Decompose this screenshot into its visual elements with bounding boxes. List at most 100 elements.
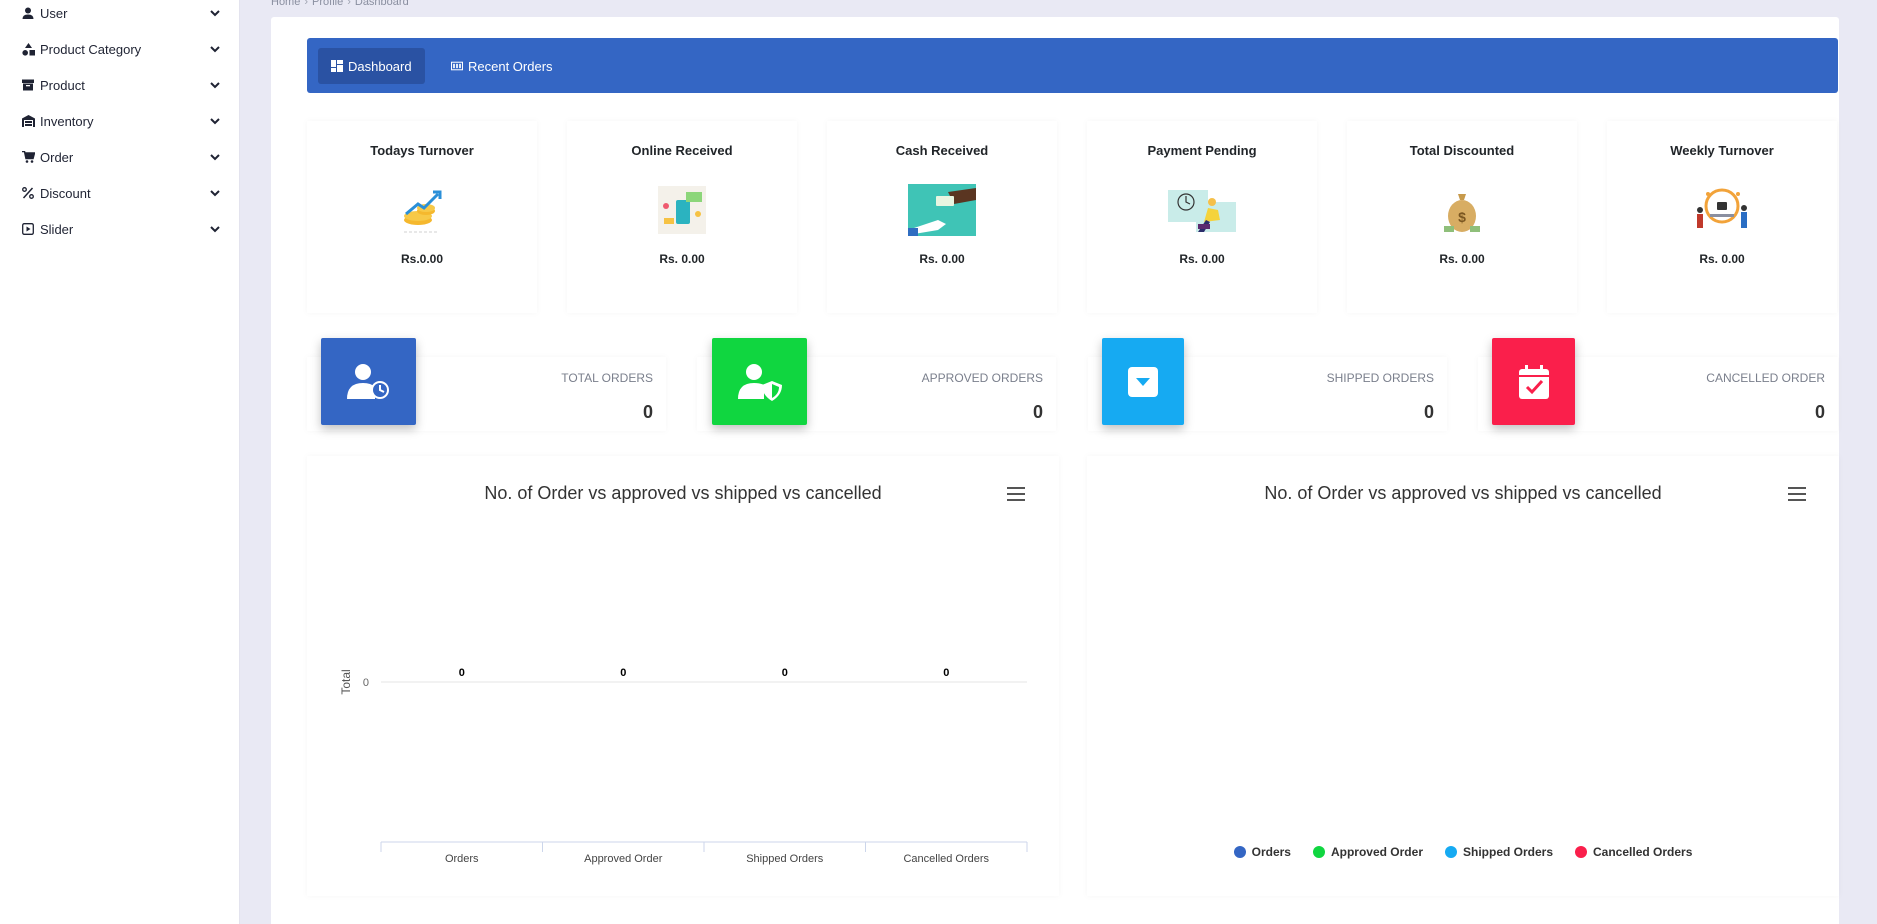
breadcrumb: Home › Profile › Dashboard bbox=[271, 0, 409, 8]
cart-icon bbox=[21, 150, 35, 164]
breadcrumb-profile[interactable]: Profile bbox=[312, 0, 343, 8]
legend-item-approved[interactable]: Approved Order bbox=[1312, 845, 1423, 859]
breadcrumb-separator: › bbox=[347, 0, 351, 8]
legend-item-cancelled[interactable]: Cancelled Orders bbox=[1575, 845, 1692, 859]
order-value: 0 bbox=[1814, 402, 1825, 422]
stat-value: Rs. 0.00 bbox=[919, 252, 965, 266]
stat-card-payment-pending: Payment Pending Rs. 0.00 bbox=[1087, 121, 1317, 313]
chevron-down-icon bbox=[210, 82, 220, 89]
breadcrumb-current: Dashboard bbox=[354, 0, 409, 8]
legend-dot bbox=[1575, 846, 1588, 858]
order-icon-approved bbox=[712, 338, 807, 425]
legend-label: Approved Order bbox=[1330, 845, 1423, 859]
breadcrumb-home[interactable]: Home bbox=[271, 0, 300, 8]
cash-handover-illustration bbox=[908, 184, 976, 236]
online-payment-illustration bbox=[658, 186, 706, 234]
stat-value: Rs. 0.00 bbox=[1699, 252, 1745, 266]
sidebar-item-label: Product bbox=[40, 77, 85, 93]
chevron-down-icon bbox=[210, 10, 220, 17]
sidebar: User Product Category Product Inventory … bbox=[0, 0, 240, 924]
bar-chart: 0 Total 0 Orders 0 Approved Order 0 Shipped Ord… bbox=[339, 667, 1028, 865]
tab-label: Recent Orders bbox=[468, 58, 553, 74]
x-tick-label: Orders bbox=[445, 853, 479, 865]
weekly-growth-illustration bbox=[1697, 188, 1747, 228]
chart-title: No. of Order vs approved vs shipped vs c… bbox=[1264, 483, 1662, 503]
stat-card-online-received: Online Received Rs. 0.00 bbox=[567, 121, 797, 313]
y-axis-label: Total bbox=[339, 669, 353, 694]
order-icon-total bbox=[321, 338, 416, 425]
archive-icon bbox=[21, 78, 35, 92]
order-label: SHIPPED ORDERS bbox=[1326, 371, 1434, 385]
stat-title: Cash Received bbox=[895, 143, 989, 158]
sidebar-item-label: Order bbox=[40, 149, 74, 165]
tab-bar: Dashboard Recent Orders bbox=[307, 38, 1838, 93]
calendar-check-icon bbox=[1518, 364, 1549, 399]
dashboard-icon bbox=[331, 60, 343, 72]
x-tick-label: Cancelled Orders bbox=[903, 853, 989, 865]
user-icon bbox=[21, 6, 35, 20]
chevron-down-icon bbox=[210, 190, 220, 197]
legend-item-shipped[interactable]: Shipped Orders bbox=[1444, 845, 1553, 859]
sidebar-item-label: Discount bbox=[40, 185, 91, 201]
order-label: APPROVED ORDERS bbox=[921, 371, 1043, 385]
list-icon bbox=[451, 61, 463, 71]
order-icon-cancelled bbox=[1492, 338, 1575, 425]
y-tick-label: 0 bbox=[363, 677, 369, 689]
x-tick-label: Shipped Orders bbox=[746, 853, 824, 865]
stat-card-weekly-turnover: Weekly Turnover Rs. 0.00 bbox=[1607, 121, 1837, 313]
user-shield-icon bbox=[737, 363, 782, 401]
user-clock-icon bbox=[346, 363, 389, 399]
chevron-down-icon bbox=[210, 118, 220, 125]
chart-legend: Orders Approved Order Shipped Orders Can… bbox=[1087, 845, 1839, 859]
data-label: 0 bbox=[459, 667, 465, 679]
coins-growth-illustration bbox=[404, 190, 442, 233]
sidebar-item-discount[interactable]: Discount bbox=[0, 175, 240, 211]
pie-chart-panel: No. of Order vs approved vs shipped vs c… bbox=[1087, 456, 1839, 896]
legend-dot bbox=[1444, 846, 1457, 858]
stat-title: Online Received bbox=[631, 143, 733, 158]
sidebar-item-order[interactable]: Order bbox=[0, 139, 240, 175]
order-value: 0 bbox=[1423, 402, 1434, 422]
data-label: 0 bbox=[943, 667, 949, 679]
stat-card-cash-received: Cash Received Rs. 0.00 bbox=[827, 121, 1057, 313]
sidebar-item-product[interactable]: Product bbox=[0, 67, 240, 103]
stat-title: Todays Turnover bbox=[370, 143, 474, 158]
sidebar-item-label: Inventory bbox=[40, 113, 94, 129]
order-label: TOTAL ORDERS bbox=[561, 371, 653, 385]
payment-pending-illustration bbox=[1168, 190, 1236, 232]
play-square-icon bbox=[21, 222, 35, 236]
sidebar-item-label: Product Category bbox=[40, 41, 142, 57]
chevron-down-icon bbox=[210, 226, 220, 233]
stat-card-todays-turnover: Todays Turnover Rs.0.00 bbox=[307, 121, 537, 313]
svg-text:$: $ bbox=[1458, 209, 1466, 225]
bar-chart-panel: No. of Order vs approved vs shipped vs c… bbox=[307, 456, 1059, 896]
stat-value: Rs.0.00 bbox=[400, 252, 444, 266]
sidebar-item-label: User bbox=[40, 5, 68, 21]
sidebar-item-product-category[interactable]: Product Category bbox=[0, 31, 240, 67]
stat-value: Rs. 0.00 bbox=[659, 252, 705, 266]
order-value: 0 bbox=[642, 402, 653, 422]
legend-dot bbox=[1312, 846, 1325, 858]
tab-recent-orders[interactable]: Recent Orders bbox=[438, 48, 566, 84]
legend-item-orders[interactable]: Orders bbox=[1233, 845, 1291, 859]
stat-title: Total Discounted bbox=[1409, 143, 1515, 158]
sidebar-item-user[interactable]: User bbox=[0, 0, 240, 31]
percent-icon bbox=[21, 186, 35, 200]
order-label: CANCELLED ORDER bbox=[1706, 371, 1825, 385]
sidebar-item-slider[interactable]: Slider bbox=[0, 211, 240, 247]
data-label: 0 bbox=[782, 667, 788, 679]
legend-dot bbox=[1233, 846, 1246, 858]
order-icon-shipped bbox=[1102, 338, 1184, 425]
tab-dashboard[interactable]: Dashboard bbox=[318, 48, 425, 84]
order-value: 0 bbox=[1032, 402, 1043, 422]
stat-value: Rs. 0.00 bbox=[1439, 252, 1485, 266]
chevron-down-icon bbox=[210, 46, 220, 53]
stat-title: Weekly Turnover bbox=[1670, 143, 1774, 158]
sidebar-item-inventory[interactable]: Inventory bbox=[0, 103, 240, 139]
chevron-down-icon bbox=[210, 154, 220, 161]
stat-value: Rs. 0.00 bbox=[1179, 252, 1225, 266]
chart-menu-button[interactable] bbox=[1788, 487, 1806, 501]
x-tick-label: Approved Order bbox=[584, 853, 663, 865]
tab-label: Dashboard bbox=[348, 58, 412, 74]
breadcrumb-separator: › bbox=[304, 0, 309, 8]
